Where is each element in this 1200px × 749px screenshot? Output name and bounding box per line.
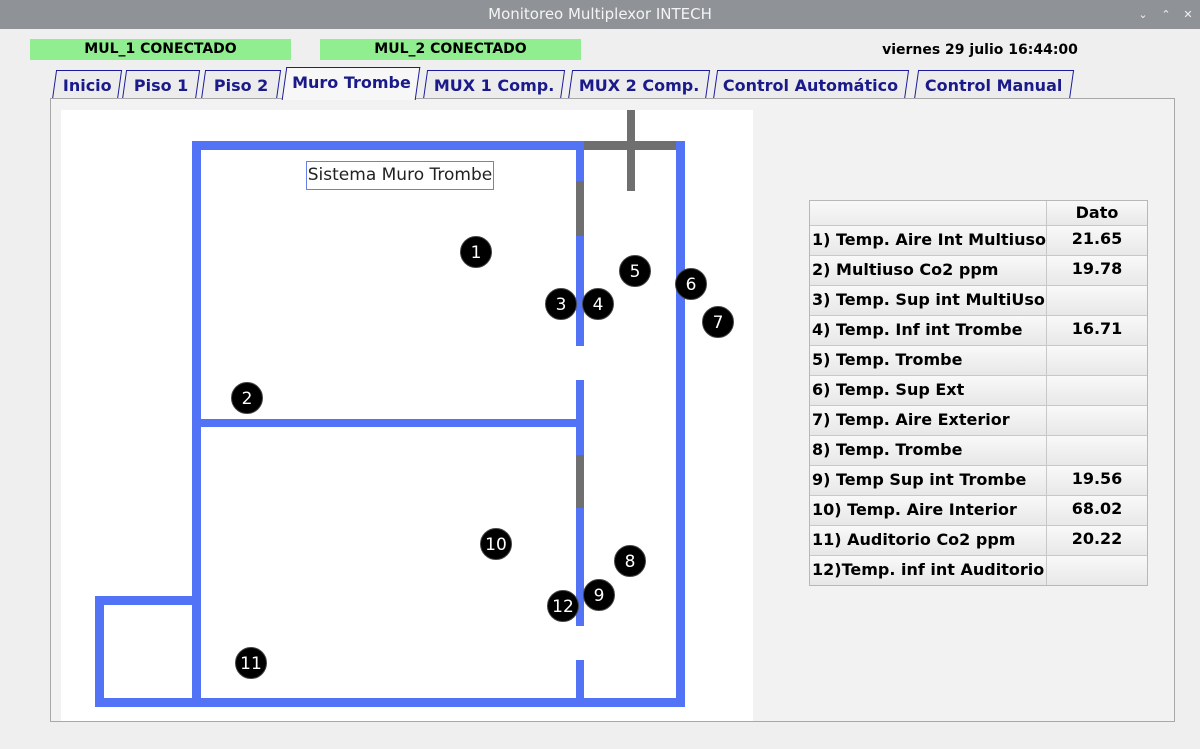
sensor-marker: 3 bbox=[545, 288, 577, 320]
tab-label: MUX 2 Comp. bbox=[578, 76, 700, 95]
row-value: 19.78 bbox=[1047, 256, 1147, 285]
sensor-marker: 1 bbox=[460, 236, 492, 268]
table-row[interactable]: 12)Temp. inf int Auditorio bbox=[810, 555, 1147, 585]
row-label: 7) Temp. Aire Exterior bbox=[810, 406, 1047, 435]
tab-label: Muro Trombe bbox=[291, 73, 411, 92]
tab-inicio[interactable]: Inicio bbox=[51, 70, 123, 100]
sensor-marker: 12 bbox=[547, 590, 579, 622]
tab-piso-1[interactable]: Piso 1 bbox=[121, 70, 201, 100]
tab-label: Piso 2 bbox=[213, 76, 269, 95]
row-label: 3) Temp. Sup int MultiUso bbox=[810, 286, 1047, 315]
row-label: 9) Temp Sup int Trombe bbox=[810, 466, 1047, 495]
row-label: 11) Auditorio Co2 ppm bbox=[810, 526, 1047, 555]
table-row[interactable]: 9) Temp Sup int Trombe 19.56 bbox=[810, 465, 1147, 495]
mul1-status: MUL_1 CONECTADO bbox=[30, 39, 291, 60]
window-titlebar: Monitoreo Multiplexor INTECH ⌄ ⌃ ✕ bbox=[0, 0, 1200, 29]
diagram-title: Sistema Muro Trombe bbox=[306, 161, 494, 190]
table-row[interactable]: 4) Temp. Inf int Trombe 16.71 bbox=[810, 315, 1147, 345]
window-title: Monitoreo Multiplexor INTECH bbox=[488, 5, 712, 23]
table-header-row: Dato bbox=[810, 201, 1147, 225]
row-label: 10) Temp. Aire Interior bbox=[810, 496, 1047, 525]
trombe-vent bbox=[576, 455, 584, 508]
trombe-wall-segment bbox=[576, 236, 584, 346]
maximize-icon[interactable]: ⌃ bbox=[1156, 0, 1176, 29]
sensor-marker: 8 bbox=[614, 545, 646, 577]
row-value: 19.56 bbox=[1047, 466, 1147, 495]
tab-muro-trombe[interactable]: Muro Trombe bbox=[281, 67, 421, 100]
table-header-label bbox=[810, 201, 1047, 225]
row-value bbox=[1047, 286, 1147, 315]
row-label: 4) Temp. Inf int Trombe bbox=[810, 316, 1047, 345]
row-label: 8) Temp. Trombe bbox=[810, 436, 1047, 465]
table-row[interactable]: 8) Temp. Trombe bbox=[810, 435, 1147, 465]
wall-right bbox=[676, 141, 685, 707]
sensor-data-table: Dato 1) Temp. Aire Int Multiuso 21.65 2) … bbox=[809, 200, 1148, 586]
row-label: 2) Multiuso Co2 ppm bbox=[810, 256, 1047, 285]
datetime-label: viernes 29 julio 16:44:00 bbox=[882, 42, 1078, 58]
wall-left bbox=[192, 141, 201, 707]
tab-mux-1-comp[interactable]: MUX 1 Comp. bbox=[422, 70, 566, 100]
tab-bar: Inicio Piso 1 Piso 2 Muro Trombe MUX 1 C… bbox=[50, 67, 1180, 100]
tab-label: MUX 1 Comp. bbox=[433, 76, 555, 95]
tab-control-automatico[interactable]: Control Automático bbox=[712, 70, 910, 100]
floor-plan-diagram: Sistema Muro Trombe 1 2 3 4 5 6 7 8 9 10… bbox=[61, 110, 753, 721]
annex-wall-left bbox=[95, 596, 104, 707]
mul2-status: MUL_2 CONECTADO bbox=[320, 39, 581, 60]
annex-wall-bottom bbox=[95, 698, 201, 707]
table-row[interactable]: 5) Temp. Trombe bbox=[810, 345, 1147, 375]
tab-label: Piso 1 bbox=[133, 76, 189, 95]
row-value bbox=[1047, 346, 1147, 375]
table-header-dato: Dato bbox=[1047, 201, 1147, 225]
row-label: 12)Temp. inf int Auditorio bbox=[810, 556, 1047, 585]
trombe-wall-segment bbox=[576, 660, 584, 702]
row-label: 5) Temp. Trombe bbox=[810, 346, 1047, 375]
tab-mux-2-comp[interactable]: MUX 2 Comp. bbox=[567, 70, 711, 100]
row-value bbox=[1047, 436, 1147, 465]
row-label: 6) Temp. Sup Ext bbox=[810, 376, 1047, 405]
trombe-vent bbox=[576, 181, 584, 236]
sensor-marker: 6 bbox=[675, 268, 707, 300]
sensor-marker: 2 bbox=[231, 382, 263, 414]
tab-label: Inicio bbox=[62, 76, 112, 95]
row-value bbox=[1047, 556, 1147, 585]
sensor-marker: 11 bbox=[235, 647, 267, 679]
wall-top-left bbox=[192, 141, 584, 150]
wall-top-right bbox=[676, 141, 684, 150]
row-value bbox=[1047, 406, 1147, 435]
sensor-marker: 7 bbox=[702, 306, 734, 338]
table-row[interactable]: 7) Temp. Aire Exterior bbox=[810, 405, 1147, 435]
sensor-marker: 9 bbox=[583, 579, 615, 611]
trombe-wall-segment bbox=[576, 380, 584, 455]
sensor-marker: 5 bbox=[619, 255, 651, 287]
table-row[interactable]: 6) Temp. Sup Ext bbox=[810, 375, 1147, 405]
table-row[interactable]: 3) Temp. Sup int MultiUso bbox=[810, 285, 1147, 315]
tab-label: Control Automático bbox=[723, 76, 899, 95]
row-value: 20.22 bbox=[1047, 526, 1147, 555]
tab-control-manual[interactable]: Control Manual bbox=[913, 70, 1075, 100]
trombe-wall-segment bbox=[576, 141, 584, 181]
wall-bottom bbox=[192, 698, 685, 707]
row-value: 21.65 bbox=[1047, 226, 1147, 255]
wall-floor-divider bbox=[201, 419, 584, 427]
roof-vent-pipe bbox=[627, 110, 635, 191]
row-value bbox=[1047, 376, 1147, 405]
row-value: 68.02 bbox=[1047, 496, 1147, 525]
annex-wall-top bbox=[95, 596, 201, 605]
table-row[interactable]: 11) Auditorio Co2 ppm 20.22 bbox=[810, 525, 1147, 555]
table-row[interactable]: 2) Multiuso Co2 ppm 19.78 bbox=[810, 255, 1147, 285]
tab-piso-2[interactable]: Piso 2 bbox=[200, 70, 282, 100]
sensor-marker: 10 bbox=[480, 528, 512, 560]
row-value: 16.71 bbox=[1047, 316, 1147, 345]
table-row[interactable]: 1) Temp. Aire Int Multiuso 21.65 bbox=[810, 225, 1147, 255]
table-row[interactable]: 10) Temp. Aire Interior 68.02 bbox=[810, 495, 1147, 525]
close-icon[interactable]: ✕ bbox=[1178, 0, 1198, 29]
tab-label: Control Manual bbox=[925, 76, 1063, 95]
row-label: 1) Temp. Aire Int Multiuso bbox=[810, 226, 1047, 255]
collapse-icon[interactable]: ⌄ bbox=[1133, 0, 1153, 29]
sensor-marker: 4 bbox=[582, 288, 614, 320]
